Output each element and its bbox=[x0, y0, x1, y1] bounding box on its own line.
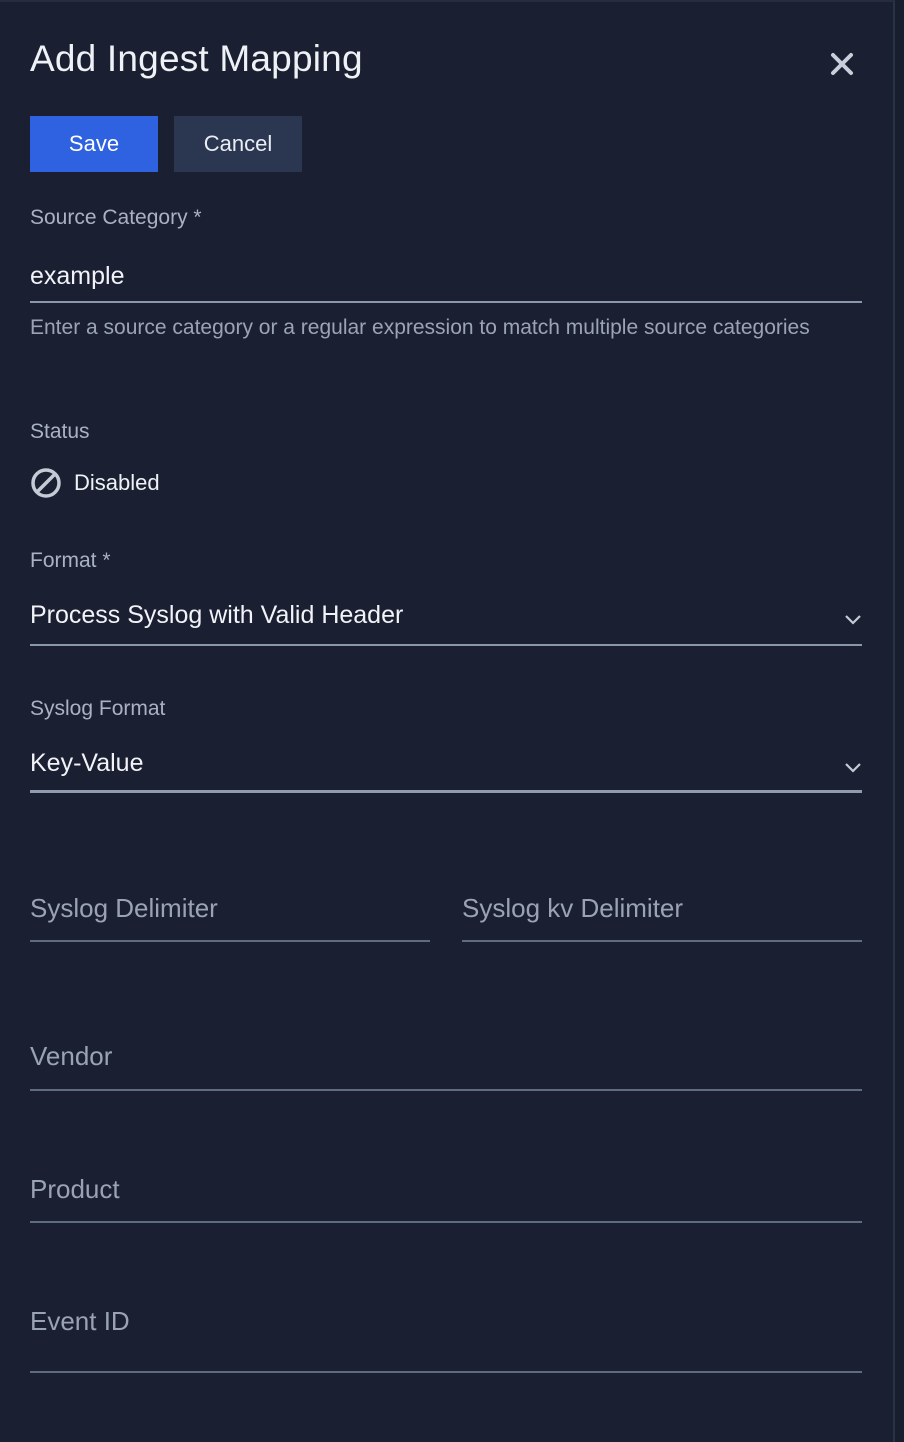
format-label: Format * bbox=[30, 549, 111, 572]
chevron-down-icon bbox=[845, 615, 861, 625]
product-input[interactable]: Product bbox=[30, 1163, 862, 1223]
cancel-button[interactable]: Cancel bbox=[174, 116, 302, 172]
add-ingest-mapping-panel: Add Ingest Mapping Save Cancel Source Ca… bbox=[0, 0, 895, 1442]
syslog-kv-delimiter-underline bbox=[462, 940, 862, 942]
status-label: Status bbox=[30, 420, 90, 443]
syslog-kv-delimiter-placeholder: Syslog kv Delimiter bbox=[462, 893, 684, 923]
close-button[interactable] bbox=[828, 50, 856, 78]
syslog-format-select[interactable]: Key-Value bbox=[30, 738, 862, 792]
syslog-format-underline bbox=[30, 790, 862, 793]
format-select[interactable]: Process Syslog with Valid Header bbox=[30, 590, 862, 646]
syslog-kv-delimiter-input[interactable]: Syslog kv Delimiter bbox=[462, 882, 862, 942]
close-icon bbox=[831, 53, 853, 75]
syslog-delimiter-input[interactable]: Syslog Delimiter bbox=[30, 882, 430, 942]
status-value: Disabled bbox=[74, 470, 160, 495]
status-toggle[interactable]: Disabled bbox=[30, 467, 160, 499]
product-placeholder: Product bbox=[30, 1174, 120, 1204]
dialog-title: Add Ingest Mapping bbox=[30, 38, 363, 79]
vendor-underline bbox=[30, 1089, 862, 1091]
disabled-icon bbox=[31, 468, 61, 498]
format-underline bbox=[30, 644, 862, 646]
source-category-label: Source Category * bbox=[30, 206, 202, 229]
product-underline bbox=[30, 1221, 862, 1223]
source-category-input[interactable]: example bbox=[30, 252, 862, 304]
vendor-input[interactable]: Vendor bbox=[30, 1030, 862, 1090]
source-category-underline bbox=[30, 301, 862, 303]
vendor-placeholder: Vendor bbox=[30, 1041, 113, 1071]
syslog-delimiter-underline bbox=[30, 940, 430, 942]
syslog-delimiter-placeholder: Syslog Delimiter bbox=[30, 893, 218, 923]
format-value: Process Syslog with Valid Header bbox=[30, 601, 404, 629]
source-category-helper-text: Enter a source category or a regular exp… bbox=[30, 316, 810, 339]
syslog-format-value: Key-Value bbox=[30, 749, 144, 777]
chevron-down-icon bbox=[845, 763, 861, 773]
event-id-placeholder: Event ID bbox=[30, 1306, 130, 1336]
save-button[interactable]: Save bbox=[30, 116, 158, 172]
event-id-underline bbox=[30, 1371, 862, 1373]
source-category-value: example bbox=[30, 262, 125, 290]
syslog-format-label: Syslog Format bbox=[30, 697, 166, 720]
event-id-input[interactable]: Event ID bbox=[30, 1295, 862, 1371]
